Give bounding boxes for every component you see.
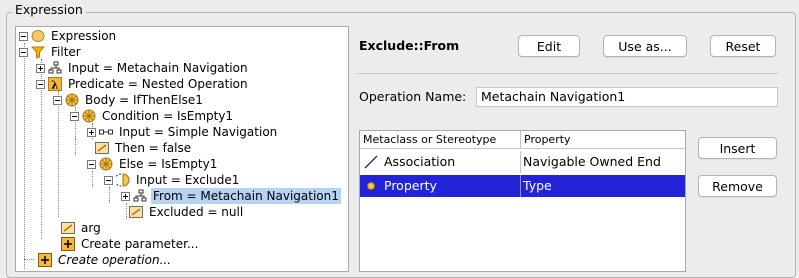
column-header-property[interactable]: Property (520, 131, 685, 149)
filter-icon (31, 45, 45, 59)
exclude-icon (116, 173, 130, 187)
operation-name-label: Operation Name: (359, 89, 467, 104)
detail-title: Exclude::From (359, 38, 460, 53)
value-icon (95, 141, 109, 155)
operation-icon (65, 93, 79, 107)
tree-node-input-metachain[interactable]: Input = Metachain Navigation (36, 60, 250, 76)
tree-node-expression[interactable]: Expression (19, 28, 118, 44)
edit-button[interactable]: Edit (518, 35, 580, 57)
expression-icon (31, 29, 45, 43)
add-icon (38, 253, 52, 267)
table-header: Metaclass or Stereotype Property (360, 131, 685, 149)
expand-toggle-icon[interactable] (121, 191, 130, 201)
tree-node-predicate[interactable]: λ Predicate = Nested Operation (36, 76, 250, 92)
tree-node-input-simple-navigation[interactable]: Input = Simple Navigation (87, 124, 279, 140)
collapse-toggle-icon[interactable] (53, 95, 62, 105)
tree-node-else[interactable]: Else = IsEmpty1 (87, 156, 219, 172)
reset-button[interactable]: Reset (710, 35, 776, 57)
operation-icon (82, 109, 96, 123)
collapse-toggle-icon[interactable] (19, 47, 28, 57)
table-cell-property: Type (520, 175, 685, 197)
value-icon (61, 221, 75, 235)
navigation-icon (133, 189, 147, 203)
table-row[interactable]: Association Navigable Owned End (360, 151, 685, 173)
table-cell-metaclass: Association (384, 154, 456, 169)
tree-node-condition[interactable]: Condition = IsEmpty1 (70, 108, 235, 124)
navigation-icon (48, 61, 62, 75)
operation-name-input[interactable]: Metachain Navigation1 (476, 87, 778, 107)
collapse-toggle-icon[interactable] (19, 31, 28, 41)
lambda-icon: λ (48, 77, 62, 91)
tree-node-excluded[interactable]: Excluded = null (116, 204, 245, 220)
expand-toggle-icon[interactable] (87, 127, 96, 137)
association-icon (364, 155, 378, 169)
table-cell-property: Navigable Owned End (520, 151, 685, 173)
tree-node-filter[interactable]: Filter (19, 44, 83, 60)
table-cell-metaclass: Property (384, 178, 437, 193)
insert-button[interactable]: Insert (698, 137, 777, 159)
tree-node-from[interactable]: From = Metachain Navigation1 (121, 188, 341, 204)
collapse-toggle-icon[interactable] (104, 175, 113, 185)
tree-node-body[interactable]: Body = IfThenElse1 (53, 92, 205, 108)
value-icon (129, 205, 143, 219)
expression-tree[interactable]: Expression Filter Input = Metachain Navi… (15, 26, 349, 272)
collapse-toggle-icon[interactable] (70, 111, 79, 121)
property-icon (364, 179, 378, 193)
remove-button[interactable]: Remove (698, 175, 777, 197)
metaclass-table[interactable]: Metaclass or Stereotype Property Associa… (359, 130, 686, 272)
separator (356, 73, 778, 74)
svg-text:λ: λ (51, 79, 59, 92)
operation-icon (99, 157, 113, 171)
tree-node-create-parameter[interactable]: Create parameter... (48, 236, 200, 252)
tree-node-then[interactable]: Then = false (82, 140, 193, 156)
expand-toggle-icon[interactable] (36, 63, 45, 73)
expression-group-title: Expression (12, 2, 86, 17)
collapse-toggle-icon[interactable] (87, 159, 96, 169)
collapse-toggle-icon[interactable] (36, 79, 45, 89)
add-icon (61, 237, 75, 251)
tree-node-create-operation[interactable]: Create operation... (30, 252, 173, 268)
column-header-metaclass[interactable]: Metaclass or Stereotype (360, 131, 520, 149)
simple-navigation-icon (99, 125, 113, 139)
tree-node-input-exclude[interactable]: Input = Exclude1 (104, 172, 241, 188)
use-as-button[interactable]: Use as... (603, 35, 687, 57)
tree-node-arg[interactable]: arg (48, 220, 103, 236)
table-row-selected[interactable]: Property Type (360, 175, 685, 197)
